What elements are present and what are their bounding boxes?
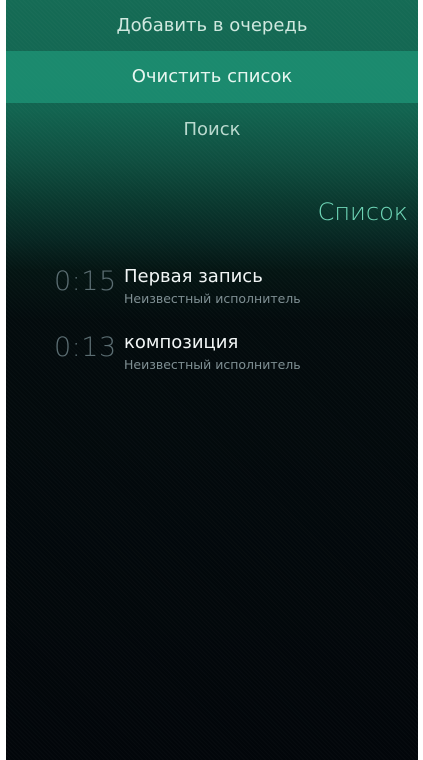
- track-title: Первая запись: [124, 266, 263, 287]
- track-artist: Неизвестный исполнитель: [124, 291, 301, 306]
- menu-item-add-to-queue[interactable]: Добавить в очередь: [6, 6, 418, 46]
- track-list: 0:15 Первая запись Неизвестный исполните…: [6, 260, 418, 392]
- track-artist: Неизвестный исполнитель: [124, 357, 301, 372]
- track-duration: 0:13: [54, 332, 117, 363]
- track-duration: 0:15: [54, 266, 117, 297]
- track-title: композиция: [124, 332, 239, 353]
- track-row[interactable]: 0:15 Первая запись Неизвестный исполните…: [6, 260, 418, 326]
- playlist-screen: Добавить в очередь Очистить список Поиск…: [6, 0, 418, 760]
- page-title: Список: [317, 198, 408, 226]
- menu-item-clear-list[interactable]: Очистить список: [6, 51, 418, 103]
- track-row[interactable]: 0:13 композиция Неизвестный исполнитель: [6, 326, 418, 392]
- menu-item-search[interactable]: Поиск: [6, 110, 418, 150]
